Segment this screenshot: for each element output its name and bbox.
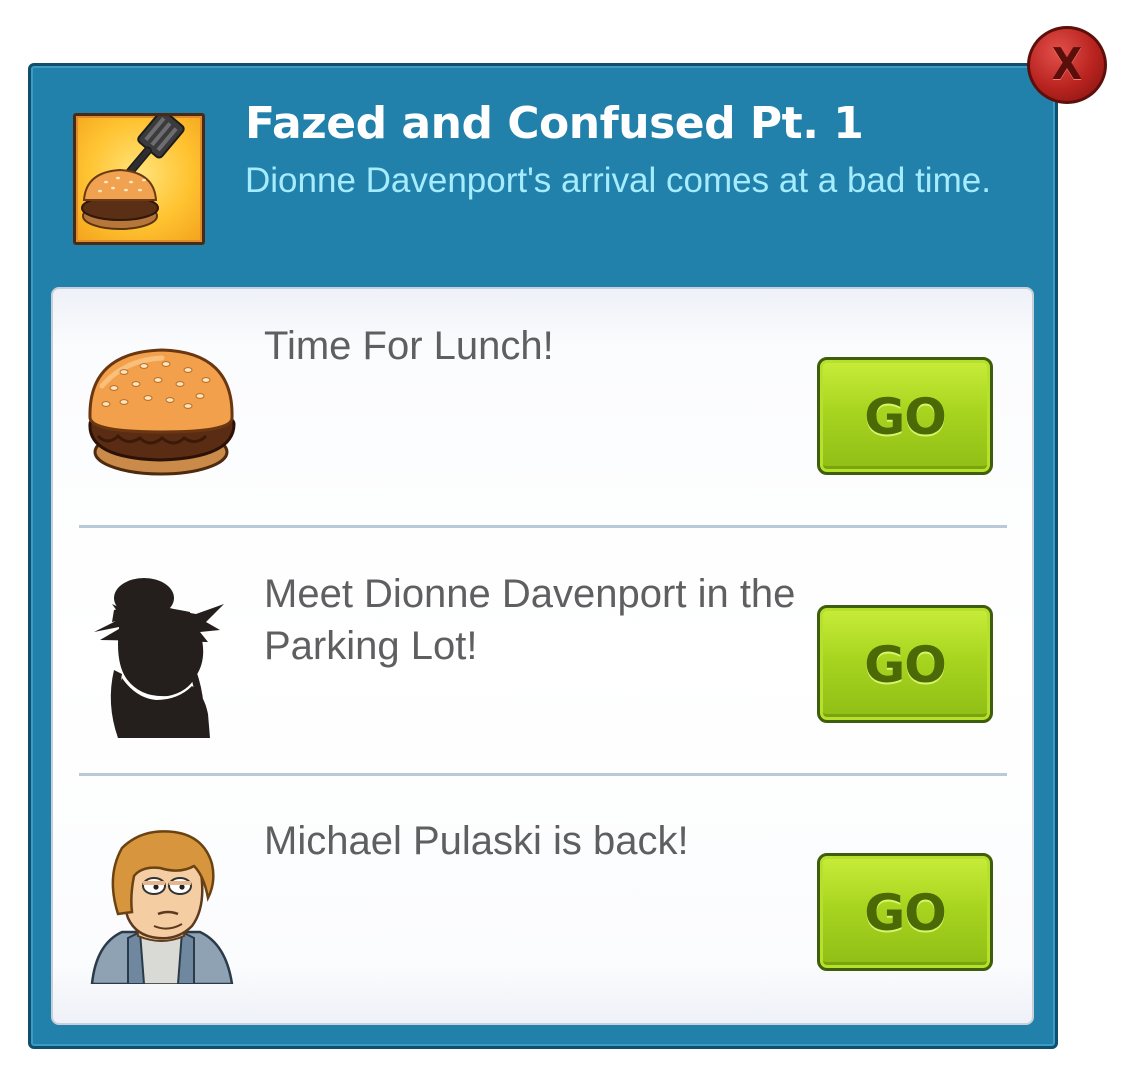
go-button[interactable]: GO [817, 605, 993, 723]
task-divider [79, 525, 1007, 528]
close-button[interactable]: X [1027, 26, 1107, 104]
burger-spatula-icon [73, 113, 205, 245]
go-button[interactable]: GO [817, 853, 993, 971]
task-divider [79, 773, 1007, 776]
task-text: Meet Dionne Davenport in the Parking Lot… [264, 572, 796, 668]
task-text: Time For Lunch! [264, 324, 554, 368]
go-button-label: GO [864, 388, 947, 446]
character-silhouette [92, 574, 226, 743]
michael-pulaski-portrait [88, 826, 234, 989]
go-button-label: GO [864, 884, 947, 942]
quest-subtitle: Dionne Davenport's arrival comes at a ba… [245, 161, 991, 200]
quest-title: Fazed and Confused Pt. 1 [245, 98, 864, 149]
burger-icon [84, 340, 240, 485]
task-text: Michael Pulaski is back! [264, 819, 689, 863]
go-button[interactable]: GO [817, 357, 993, 475]
close-icon: X [1051, 38, 1083, 90]
go-button-label: GO [864, 636, 947, 694]
